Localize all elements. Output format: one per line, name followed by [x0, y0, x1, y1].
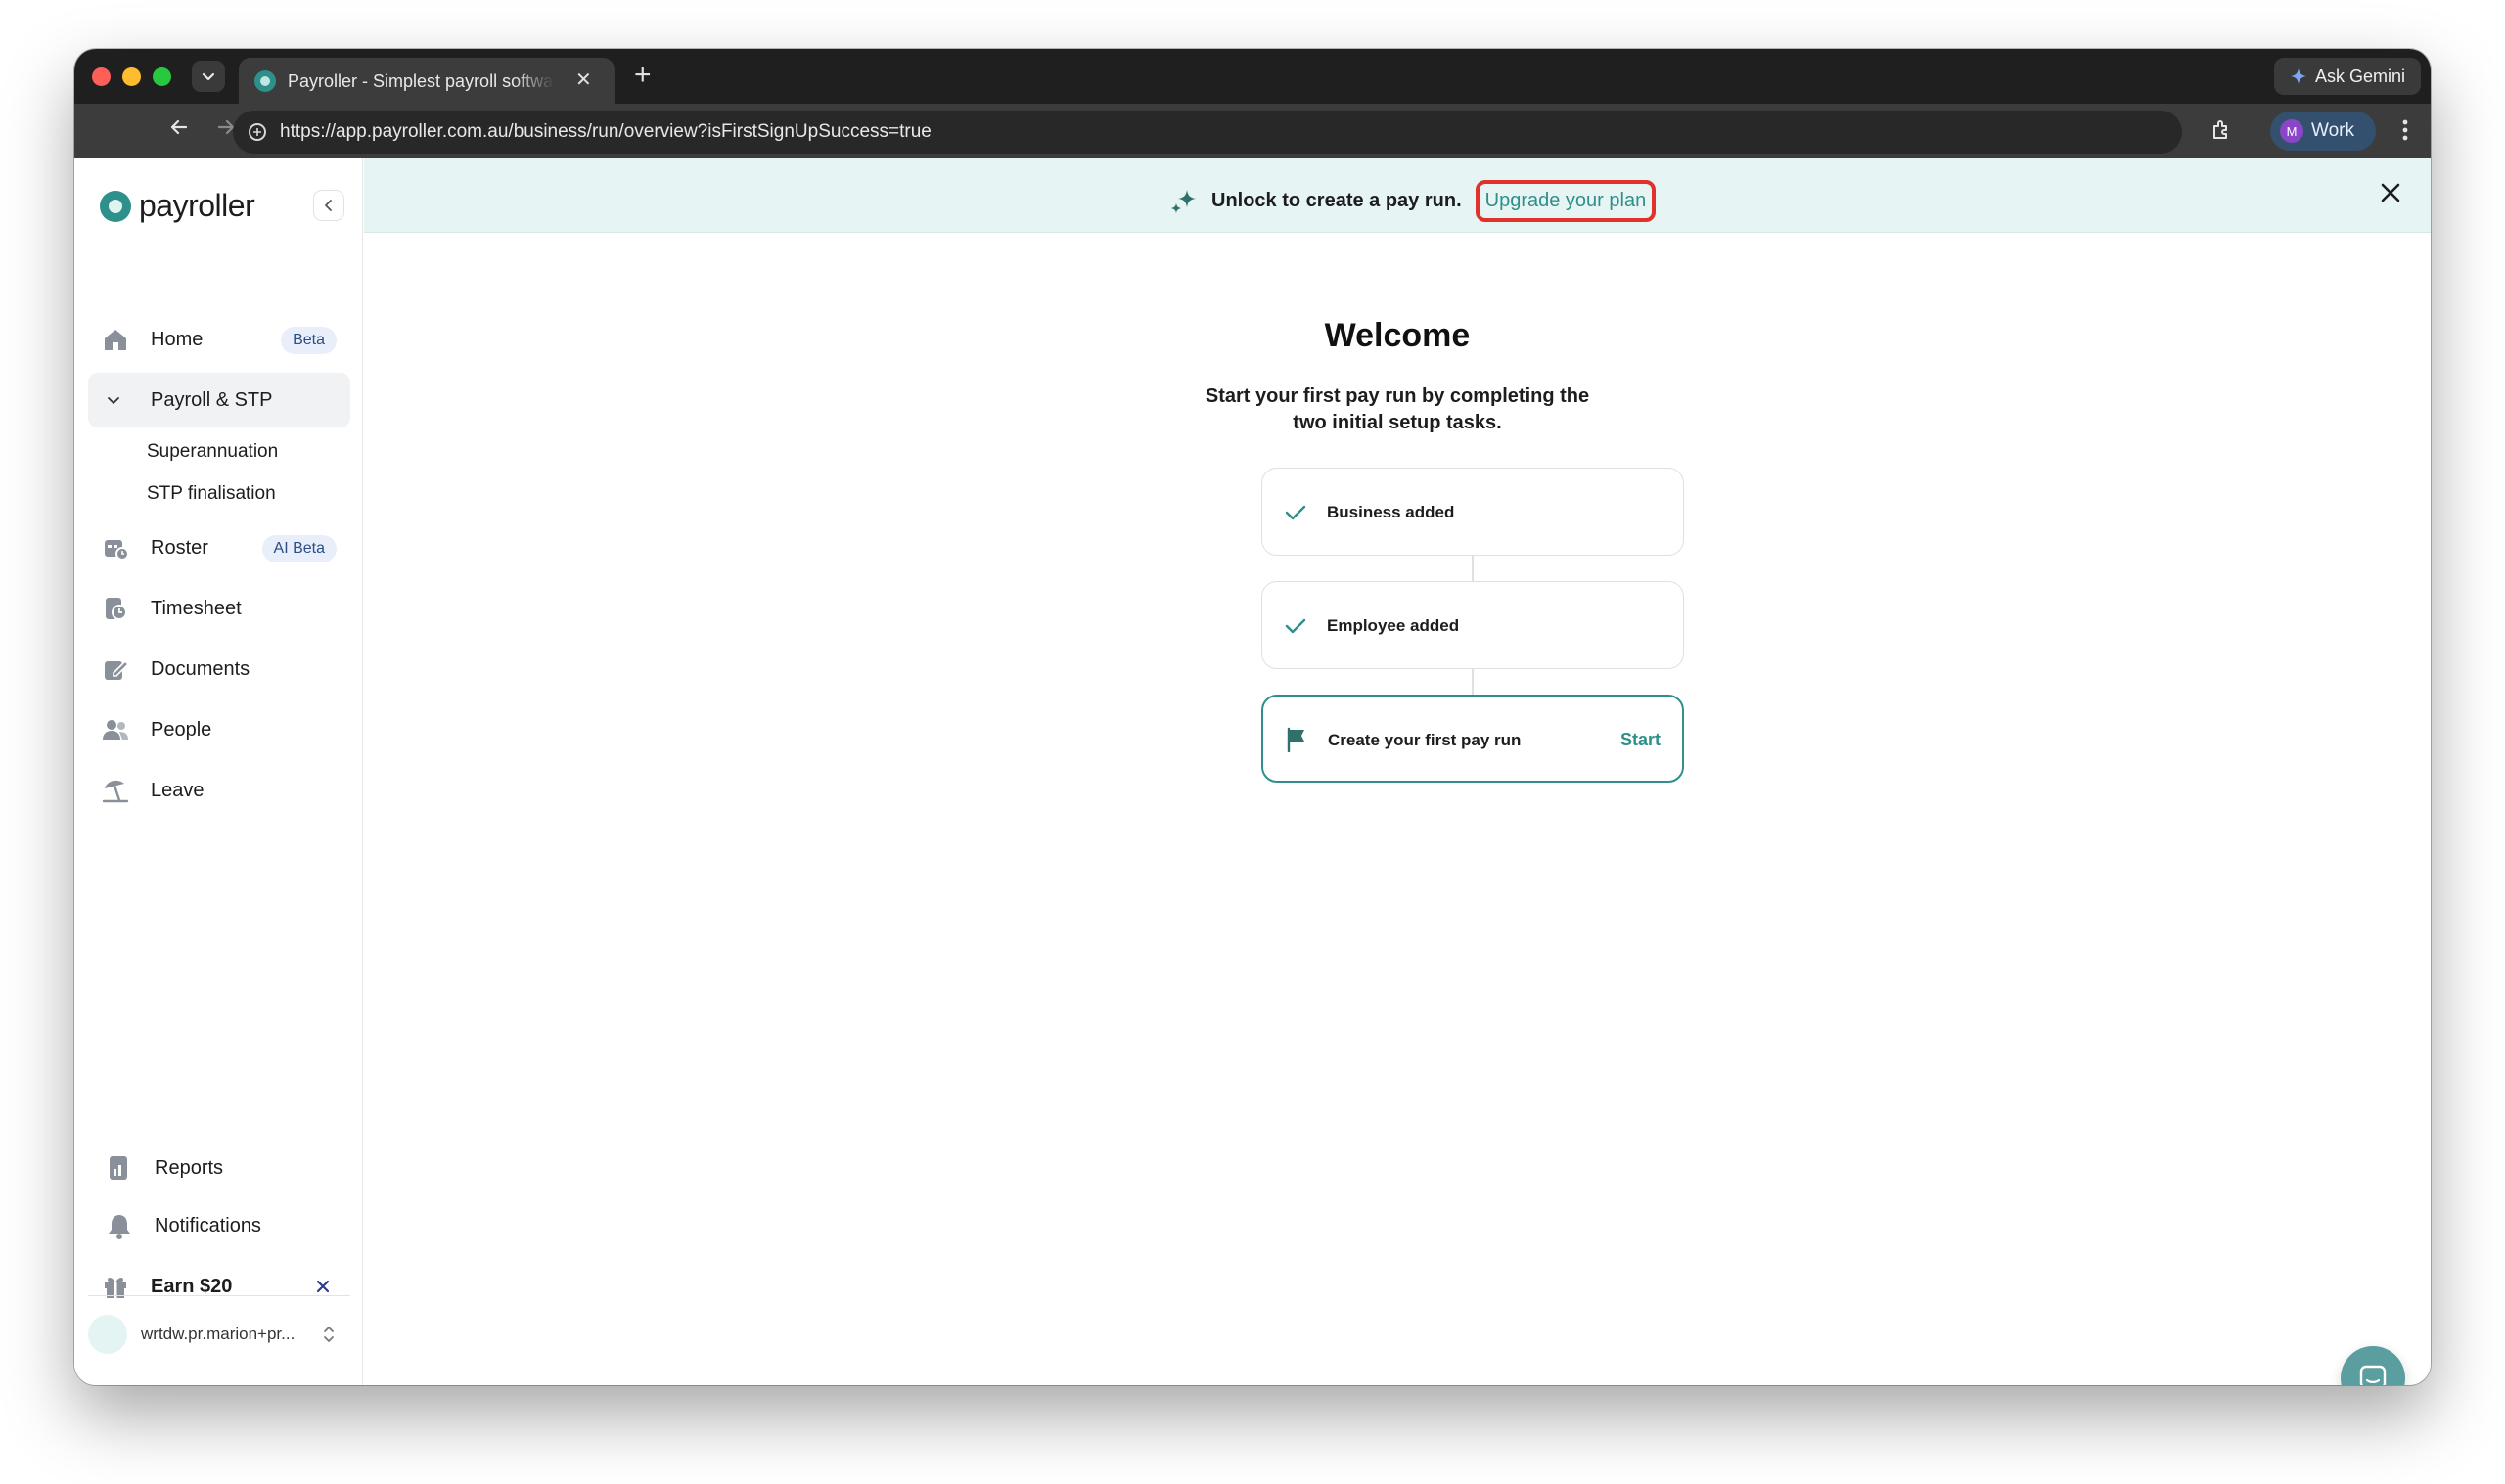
sidebar: payroller Home Beta Payroll & STP Supera…: [74, 158, 363, 1385]
sidebar-item-label: Payroll & STP: [151, 389, 273, 411]
sidebar-item-timesheet[interactable]: Timesheet: [88, 581, 350, 636]
setup-step-employee: Employee added: [1261, 581, 1684, 669]
sidebar-item-label: Earn $20: [151, 1276, 233, 1297]
chevron-down-icon: [202, 72, 215, 81]
collapse-sidebar-button[interactable]: [313, 190, 344, 221]
beta-badge: Beta: [281, 327, 337, 354]
tab-strip: Payroller - Simplest payroll software ✕ …: [74, 49, 2431, 104]
timesheet-icon: [106, 598, 127, 620]
upgrade-banner: Unlock to create a pay run. Upgrade your…: [364, 158, 2431, 233]
sidebar-subitem-superannuation[interactable]: Superannuation: [147, 441, 278, 463]
url-text: https://app.payroller.com.au/business/ru…: [280, 121, 932, 142]
start-button[interactable]: Start: [1620, 730, 1661, 750]
sidebar-item-label: Reports: [155, 1157, 224, 1179]
payroller-logo[interactable]: payroller: [100, 188, 255, 224]
avatar: [88, 1315, 127, 1354]
address-bar[interactable]: https://app.payroller.com.au/business/ru…: [233, 111, 2182, 154]
site-info-icon[interactable]: [247, 121, 268, 143]
ask-gemini-label: Ask Gemini: [2314, 66, 2406, 86]
setup-step-business: Business added: [1261, 468, 1684, 556]
sidebar-item-label: Leave: [151, 780, 205, 801]
ai-beta-badge: AI Beta: [261, 535, 337, 562]
sidebar-divider: [88, 1295, 350, 1296]
beach-umbrella-icon: [102, 780, 129, 803]
sparkle-icon: [1171, 189, 1196, 213]
step-label: Employee added: [1327, 616, 1460, 635]
roster-calendar-icon: [105, 540, 129, 561]
check-icon: [1285, 505, 1306, 520]
sidebar-item-reports[interactable]: Reports: [88, 1141, 350, 1195]
payroller-logo-icon: [100, 190, 131, 222]
logo-text: payroller: [139, 188, 255, 223]
sidebar-item-label: Notifications: [155, 1215, 261, 1237]
tab-title: Payroller - Simplest payroll software: [288, 71, 554, 91]
banner-content: Unlock to create a pay run. Upgrade your…: [1168, 180, 1657, 222]
sidebar-item-documents[interactable]: Documents: [88, 642, 350, 697]
step-label: Business added: [1327, 503, 1455, 521]
home-icon: [105, 330, 126, 350]
support-chat-button[interactable]: [2341, 1346, 2405, 1385]
maximize-window-button[interactable]: [153, 67, 171, 86]
close-icon[interactable]: [2376, 178, 2405, 207]
payroller-app: payroller Home Beta Payroll & STP Supera…: [74, 158, 2431, 1385]
bell-icon: [109, 1215, 130, 1239]
people-icon: [103, 720, 128, 740]
sidebar-item-label: Home: [151, 329, 204, 350]
ask-gemini-button[interactable]: Ask Gemini: [2274, 58, 2421, 95]
step-label: Create your first pay run: [1328, 731, 1522, 749]
account-switcher[interactable]: wrtdw.pr.marion+pr...: [88, 1311, 350, 1358]
arrow-left-icon: [170, 119, 188, 135]
tab-search-button[interactable]: [192, 61, 225, 92]
sidebar-item-leave[interactable]: Leave: [88, 763, 350, 818]
sidebar-item-earn[interactable]: Earn $20: [88, 1259, 350, 1314]
setup-step-first-pay-run[interactable]: Create your first pay run Start: [1261, 695, 1684, 783]
payroller-favicon-icon: [254, 70, 276, 92]
profile-label: Work: [2311, 120, 2354, 141]
chat-icon: [2359, 1365, 2387, 1385]
browser-window: Payroller - Simplest payroll software ✕ …: [74, 49, 2431, 1385]
sidebar-item-notifications[interactable]: Notifications: [88, 1198, 350, 1253]
main-content: Unlock to create a pay run. Upgrade your…: [364, 158, 2431, 1385]
extensions-icon[interactable]: [2209, 117, 2235, 143]
upgrade-plan-link[interactable]: Upgrade your plan: [1475, 180, 1657, 222]
browser-tab-active[interactable]: Payroller - Simplest payroll software ✕: [239, 58, 615, 104]
chevron-left-icon: [325, 200, 332, 211]
documents-pen-icon: [105, 659, 129, 680]
close-window-button[interactable]: [92, 67, 111, 86]
reports-icon: [110, 1156, 127, 1180]
flag-icon: [1287, 727, 1304, 752]
step-connector: [1472, 556, 1474, 581]
sidebar-item-label: Documents: [151, 658, 250, 680]
chevron-updown-icon: [324, 1327, 334, 1342]
profile-button[interactable]: M Work: [2270, 112, 2376, 151]
sidebar-item-payroll-stp[interactable]: Payroll & STP: [88, 373, 350, 427]
user-email: wrtdw.pr.marion+pr...: [141, 1325, 296, 1343]
gemini-sparkle-icon: [2290, 68, 2306, 84]
browser-toolbar: https://app.payroller.com.au/business/ru…: [74, 104, 2431, 158]
banner-text: Unlock to create a pay run.: [1211, 190, 1462, 211]
minimize-window-button[interactable]: [122, 67, 141, 86]
page-title: Welcome: [1324, 317, 1471, 354]
tab-close-icon[interactable]: ✕: [575, 67, 592, 93]
back-button[interactable]: [164, 116, 194, 146]
chevron-down-icon: [108, 397, 119, 404]
step-connector: [1472, 669, 1474, 695]
sidebar-item-label: Roster: [151, 537, 208, 559]
sidebar-subitem-stp-finalisation[interactable]: STP finalisation: [147, 483, 276, 505]
sidebar-item-label: People: [151, 719, 212, 741]
sidebar-item-roster[interactable]: Roster AI Beta: [88, 520, 350, 575]
page-subtitle: Start your first pay run by completing t…: [1205, 385, 1590, 433]
sidebar-item-people[interactable]: People: [88, 702, 350, 757]
more-options-icon[interactable]: [2401, 117, 2409, 143]
check-icon: [1285, 618, 1306, 634]
close-icon[interactable]: [315, 1279, 331, 1294]
sidebar-item-label: Timesheet: [151, 598, 242, 619]
sidebar-item-home[interactable]: Home Beta: [88, 312, 350, 367]
new-tab-button[interactable]: +: [634, 59, 652, 92]
profile-avatar: M: [2280, 119, 2303, 143]
